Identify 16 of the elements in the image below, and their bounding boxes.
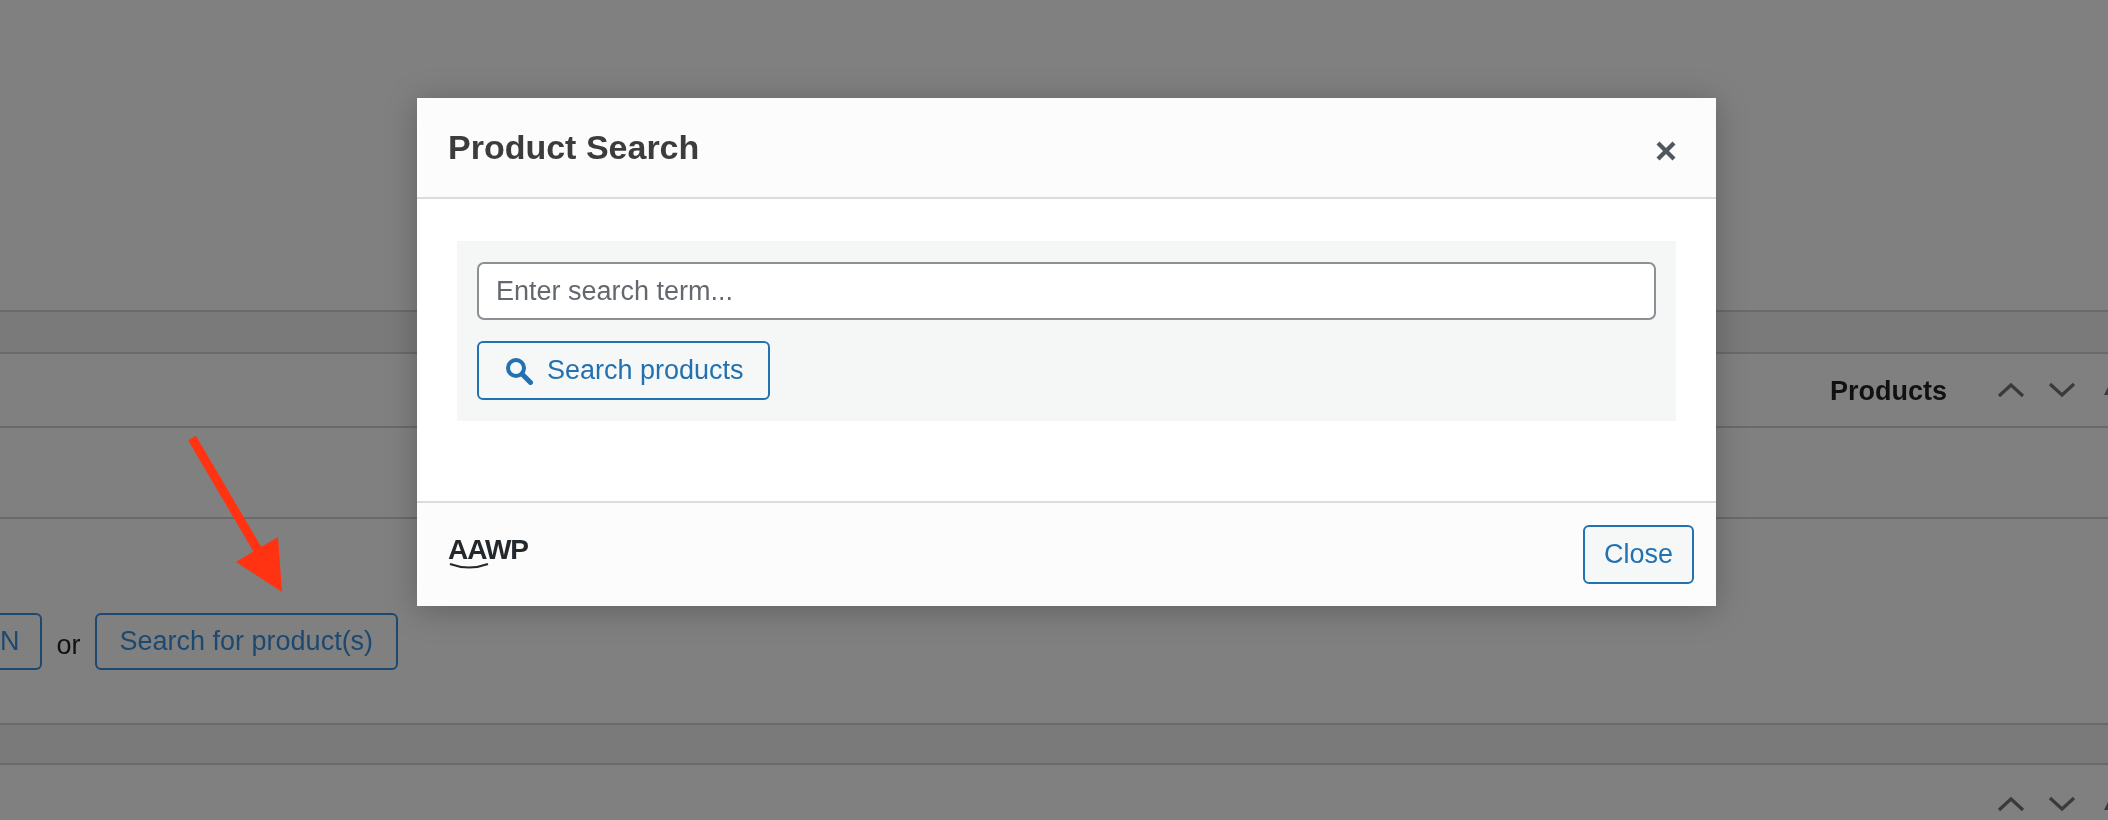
chevron-down-icon[interactable]	[2048, 796, 2076, 812]
caret-icon[interactable]	[2104, 800, 2108, 810]
search-field[interactable]: Enter search term...	[477, 262, 1656, 320]
separator-text: or	[56, 629, 81, 662]
logo-text: AAWP	[448, 539, 528, 561]
section-title: Products	[1829, 375, 1947, 407]
close-icon[interactable]	[1656, 140, 1676, 161]
search-button[interactable]: Search products	[477, 341, 770, 400]
chevron-up-icon[interactable]	[1997, 382, 2025, 398]
search-icon	[505, 356, 533, 385]
dialog-title: Product Search	[448, 128, 700, 167]
swoosh-icon	[449, 562, 489, 570]
caret-icon[interactable]	[2104, 385, 2108, 395]
chevron-down-icon[interactable]	[2048, 382, 2076, 398]
chevron-up-icon[interactable]	[1997, 796, 2025, 812]
close-button[interactable]: Close	[1583, 525, 1694, 584]
